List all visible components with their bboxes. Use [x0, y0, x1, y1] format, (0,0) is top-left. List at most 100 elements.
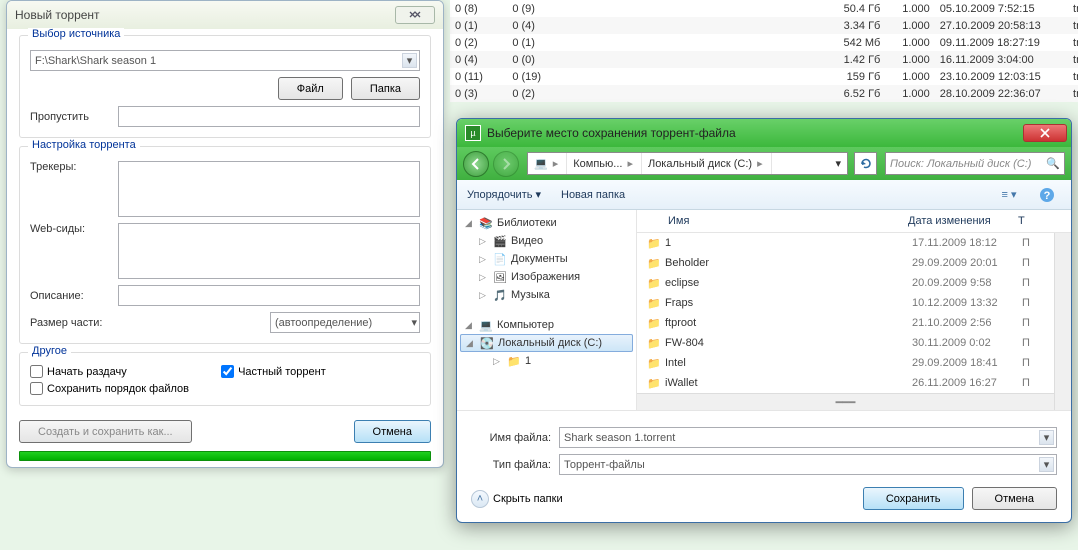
folder-icon: 📁 [647, 297, 665, 310]
column-name[interactable]: Имя [662, 215, 902, 227]
settings-legend: Настройка торрента [28, 139, 140, 151]
folder-icon: 📁 [647, 237, 665, 250]
progress-bar [19, 451, 431, 461]
file-list: Имя Дата изменения Т 📁117.11.2009 18:12П… [637, 210, 1071, 410]
navigation-bar: 💻▸ Компью...▸ Локальный диск (C:)▸ ▾ Пои… [457, 147, 1071, 180]
filename-input[interactable]: Shark season 1.torrent ▾ [559, 427, 1057, 448]
table-row[interactable]: 0 (2)0 (1)542 Мб1.00009.11.2009 18:27:19… [450, 34, 1078, 51]
help-button[interactable]: ? [1033, 185, 1061, 205]
list-item[interactable]: 📁iWallet26.11.2009 16:27П [637, 373, 1071, 393]
help-icon: ? [1039, 187, 1055, 203]
filetype-value: Торрент-файлы [564, 459, 645, 471]
list-item[interactable]: 📁eclipse20.09.2009 9:58П [637, 273, 1071, 293]
forward-button[interactable] [493, 151, 519, 177]
private-torrent-checkbox[interactable] [221, 365, 234, 378]
list-item[interactable]: 📁FW-80430.11.2009 0:02П [637, 333, 1071, 353]
tree-images[interactable]: ▷🖼Изображения [457, 268, 636, 286]
trackers-input[interactable] [118, 161, 420, 217]
close-button[interactable] [395, 6, 435, 24]
save-as-button[interactable]: Создать и сохранить как... [19, 420, 192, 443]
start-seeding-label: Начать раздачу [47, 366, 127, 378]
breadcrumb-item[interactable]: Компью...▸ [567, 153, 642, 174]
close-icon [409, 11, 421, 19]
list-item[interactable]: 📁Intel29.09.2009 18:41П [637, 353, 1071, 373]
file-button[interactable]: Файл [278, 77, 343, 100]
search-placeholder: Поиск: Локальный диск (C:) [890, 158, 1031, 170]
other-fieldset: Другое Начать раздачу Частный торрент Со… [19, 352, 431, 406]
svg-text:?: ? [1044, 190, 1051, 202]
utorrent-icon: µ [465, 125, 481, 141]
search-input[interactable]: Поиск: Локальный диск (C:) 🔍 [885, 152, 1065, 175]
chevron-down-icon: ▾ [1039, 430, 1054, 445]
source-path-combo[interactable]: F:\Shark\Shark season 1 ▾ [30, 50, 420, 71]
preserve-order-label: Сохранить порядок файлов [47, 383, 189, 395]
refresh-icon [859, 157, 873, 171]
cancel-button[interactable]: Отмена [354, 420, 431, 443]
tree-music[interactable]: ▷🎵Музыка [457, 286, 636, 304]
table-row[interactable]: 0 (11)0 (19)159 Гб1.00023.10.2009 12:03:… [450, 68, 1078, 85]
start-seeding-checkbox[interactable] [30, 365, 43, 378]
description-input[interactable] [118, 285, 420, 306]
folder-tree[interactable]: ◢📚Библиотеки ▷🎬Видео ▷📄Документы ▷🖼Изобр… [457, 210, 637, 410]
folder-icon: 📁 [647, 337, 665, 350]
back-button[interactable] [463, 151, 489, 177]
tree-videos[interactable]: ▷🎬Видео [457, 232, 636, 250]
filetype-select[interactable]: Торрент-файлы ▾ [559, 454, 1057, 475]
filetype-label: Тип файла: [471, 459, 551, 471]
breadcrumb-item[interactable]: Локальный диск (C:)▸ [642, 153, 772, 174]
dialog-title: Новый торрент [15, 8, 395, 22]
list-item[interactable]: 📁Fraps10.12.2009 13:32П [637, 293, 1071, 313]
file-list-header[interactable]: Имя Дата изменения Т [637, 210, 1071, 233]
tree-disk-c[interactable]: ◢💽Локальный диск (C:) [460, 334, 633, 352]
piece-size-select[interactable]: (автоопределение) ▾ [270, 312, 420, 333]
vertical-scrollbar[interactable] [1054, 233, 1071, 410]
column-date[interactable]: Дата изменения [902, 215, 1012, 227]
skip-label: Пропустить [30, 111, 110, 123]
table-row[interactable]: 0 (8)0 (9)50.4 Гб1.00005.10.2009 7:52:15… [450, 0, 1078, 17]
cancel-button[interactable]: Отмена [972, 487, 1057, 510]
source-legend: Выбор источника [28, 28, 124, 40]
folder-button[interactable]: Папка [351, 77, 420, 100]
trackers-label: Трекеры: [30, 161, 110, 173]
piece-size-label: Размер части: [30, 317, 110, 329]
close-button[interactable] [1023, 124, 1067, 142]
webseeds-input[interactable] [118, 223, 420, 279]
column-type[interactable]: Т [1012, 215, 1031, 227]
description-label: Описание: [30, 290, 110, 302]
folder-icon: 📁 [647, 377, 665, 390]
table-row[interactable]: 0 (1)0 (4)3.34 Гб1.00027.10.2009 20:58:1… [450, 17, 1078, 34]
new-torrent-dialog: Новый торрент Выбор источника F:\Shark\S… [6, 0, 444, 468]
chevron-down-icon: ▾ [411, 316, 417, 329]
skip-input[interactable] [118, 106, 420, 127]
tree-computer[interactable]: ◢💻Компьютер [457, 316, 636, 334]
organize-button[interactable]: Упорядочить ▾ [467, 188, 541, 201]
tree-folder-1[interactable]: ▷📁1 [457, 352, 636, 370]
table-row[interactable]: 0 (4)0 (0)1.42 Гб1.00016.11.2009 3:04:00… [450, 51, 1078, 68]
list-item[interactable]: 📁Beholder29.09.2009 20:01П [637, 253, 1071, 273]
save-button[interactable]: Сохранить [863, 487, 964, 510]
table-row[interactable]: 0 (3)0 (2)6.52 Гб1.00028.10.2009 22:36:0… [450, 85, 1078, 102]
search-icon: 🔍 [1046, 157, 1060, 170]
hide-folders-button[interactable]: ˄ Скрыть папки [471, 490, 563, 508]
other-legend: Другое [28, 345, 71, 357]
new-folder-button[interactable]: Новая папка [561, 189, 625, 201]
list-item[interactable]: 📁117.11.2009 18:12П [637, 233, 1071, 253]
chevron-down-icon: ▾ [402, 53, 417, 68]
horizontal-scrollbar[interactable]: ━━━ [637, 393, 1054, 410]
settings-fieldset: Настройка торрента Трекеры: Web-сиды: Оп… [19, 146, 431, 344]
tree-libraries[interactable]: ◢📚Библиотеки [457, 214, 636, 232]
chevron-up-icon: ˄ [471, 490, 489, 508]
tree-documents[interactable]: ▷📄Документы [457, 250, 636, 268]
preserve-order-checkbox[interactable] [30, 382, 43, 395]
folder-icon: 📁 [647, 357, 665, 370]
view-options-button[interactable]: ≡ ▾ [995, 185, 1023, 205]
breadcrumb[interactable]: 💻▸ Компью...▸ Локальный диск (C:)▸ ▾ [527, 152, 848, 175]
refresh-button[interactable] [854, 152, 877, 175]
breadcrumb-icon[interactable]: 💻▸ [528, 153, 567, 174]
chevron-down-icon[interactable]: ▾ [829, 153, 847, 174]
close-icon [1039, 128, 1051, 138]
torrent-table: 0 (8)0 (9)50.4 Гб1.00005.10.2009 7:52:15… [450, 0, 1078, 102]
piece-size-value: (автоопределение) [275, 317, 372, 329]
dialog-titlebar: Новый торрент [7, 1, 443, 29]
list-item[interactable]: 📁ftproot21.10.2009 2:56П [637, 313, 1071, 333]
